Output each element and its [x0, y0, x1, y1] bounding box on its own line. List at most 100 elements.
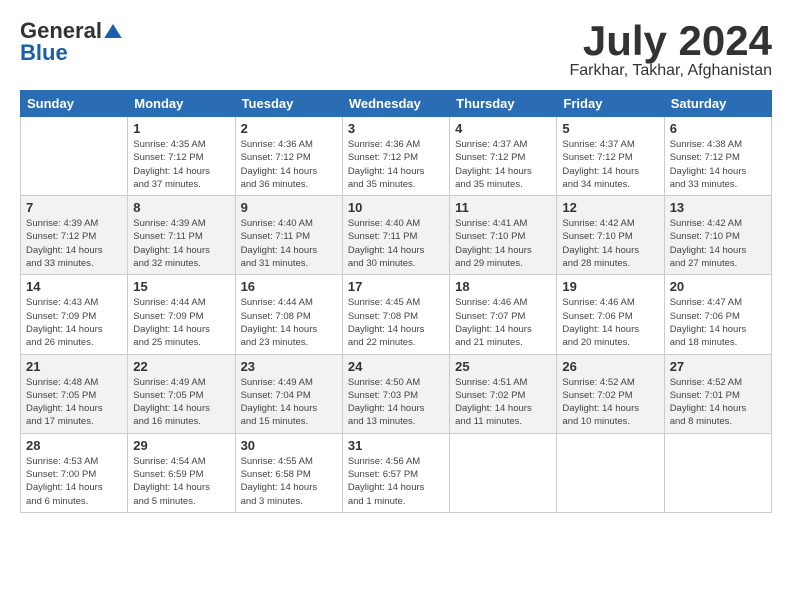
day-info: Sunrise: 4:46 AM Sunset: 7:06 PM Dayligh…	[562, 296, 658, 349]
day-info: Sunrise: 4:39 AM Sunset: 7:11 PM Dayligh…	[133, 217, 229, 270]
day-info: Sunrise: 4:50 AM Sunset: 7:03 PM Dayligh…	[348, 376, 444, 429]
calendar-cell: 19 Sunrise: 4:46 AM Sunset: 7:06 PM Dayli…	[557, 275, 664, 354]
day-info: Sunrise: 4:46 AM Sunset: 7:07 PM Dayligh…	[455, 296, 551, 349]
month-title: July 2024	[570, 20, 773, 62]
day-number: 31	[348, 438, 444, 453]
day-number: 30	[241, 438, 337, 453]
calendar-cell: 13Sunrise: 4:42 AM Sunset: 7:10 PM Dayli…	[664, 196, 771, 275]
calendar-cell: 30 Sunrise: 4:55 AM Sunset: 6:58 PM Dayli…	[235, 433, 342, 512]
title-block: July 2024 Farkhar, Takhar, Afghanistan	[570, 20, 773, 80]
calendar-cell: 4 Sunrise: 4:37 AM Sunset: 7:12 PM Daylig…	[450, 117, 557, 196]
day-number: 4	[455, 121, 551, 136]
logo-blue-text: Blue	[20, 42, 68, 64]
day-number: 5	[562, 121, 658, 136]
day-number: 29	[133, 438, 229, 453]
calendar-cell: 26Sunrise: 4:52 AM Sunset: 7:02 PM Dayli…	[557, 354, 664, 433]
calendar-cell: 14 Sunrise: 4:43 AM Sunset: 7:09 PM Dayli…	[21, 275, 128, 354]
day-number: 15	[133, 279, 229, 294]
logo-general-text: General	[20, 20, 102, 42]
weekday-header-monday: Monday	[128, 91, 235, 117]
day-info: Sunrise: 4:48 AM Sunset: 7:05 PM Dayligh…	[26, 376, 122, 429]
weekday-header-wednesday: Wednesday	[342, 91, 449, 117]
day-info: Sunrise: 4:51 AM Sunset: 7:02 PM Dayligh…	[455, 376, 551, 429]
day-number: 14	[26, 279, 122, 294]
calendar-cell: 28Sunrise: 4:53 AM Sunset: 7:00 PM Dayli…	[21, 433, 128, 512]
day-info: Sunrise: 4:47 AM Sunset: 7:06 PM Dayligh…	[670, 296, 766, 349]
day-number: 18	[455, 279, 551, 294]
calendar-cell	[557, 433, 664, 512]
calendar-header-row: SundayMondayTuesdayWednesdayThursdayFrid…	[21, 91, 772, 117]
calendar-cell: 9 Sunrise: 4:40 AM Sunset: 7:11 PM Daylig…	[235, 196, 342, 275]
day-number: 25	[455, 359, 551, 374]
day-number: 6	[670, 121, 766, 136]
calendar-cell: 1 Sunrise: 4:35 AM Sunset: 7:12 PM Daylig…	[128, 117, 235, 196]
day-info: Sunrise: 4:40 AM Sunset: 7:11 PM Dayligh…	[241, 217, 337, 270]
day-info: Sunrise: 4:49 AM Sunset: 7:04 PM Dayligh…	[241, 376, 337, 429]
weekday-header-friday: Friday	[557, 91, 664, 117]
calendar-cell: 11Sunrise: 4:41 AM Sunset: 7:10 PM Dayli…	[450, 196, 557, 275]
page-header: General Blue July 2024 Farkhar, Takhar, …	[20, 20, 772, 80]
location-subtitle: Farkhar, Takhar, Afghanistan	[570, 62, 773, 80]
calendar-cell: 29Sunrise: 4:54 AM Sunset: 6:59 PM Dayli…	[128, 433, 235, 512]
day-number: 22	[133, 359, 229, 374]
day-info: Sunrise: 4:35 AM Sunset: 7:12 PM Dayligh…	[133, 138, 229, 191]
day-number: 17	[348, 279, 444, 294]
calendar-cell	[21, 117, 128, 196]
calendar-cell: 25 Sunrise: 4:51 AM Sunset: 7:02 PM Dayli…	[450, 354, 557, 433]
day-number: 3	[348, 121, 444, 136]
calendar-cell	[450, 433, 557, 512]
day-info: Sunrise: 4:52 AM Sunset: 7:01 PM Dayligh…	[670, 376, 766, 429]
day-number: 27	[670, 359, 766, 374]
calendar-cell: 6 Sunrise: 4:38 AM Sunset: 7:12 PM Daylig…	[664, 117, 771, 196]
day-info: Sunrise: 4:53 AM Sunset: 7:00 PM Dayligh…	[26, 455, 122, 508]
calendar-cell: 10Sunrise: 4:40 AM Sunset: 7:11 PM Dayli…	[342, 196, 449, 275]
day-number: 24	[348, 359, 444, 374]
calendar-cell: 22Sunrise: 4:49 AM Sunset: 7:05 PM Dayli…	[128, 354, 235, 433]
day-number: 16	[241, 279, 337, 294]
day-info: Sunrise: 4:45 AM Sunset: 7:08 PM Dayligh…	[348, 296, 444, 349]
day-info: Sunrise: 4:36 AM Sunset: 7:12 PM Dayligh…	[241, 138, 337, 191]
calendar-cell: 20 Sunrise: 4:47 AM Sunset: 7:06 PM Dayli…	[664, 275, 771, 354]
weekday-header-tuesday: Tuesday	[235, 91, 342, 117]
calendar-cell: 16 Sunrise: 4:44 AM Sunset: 7:08 PM Dayli…	[235, 275, 342, 354]
day-info: Sunrise: 4:37 AM Sunset: 7:12 PM Dayligh…	[562, 138, 658, 191]
day-info: Sunrise: 4:44 AM Sunset: 7:08 PM Dayligh…	[241, 296, 337, 349]
logo: General Blue	[20, 20, 122, 64]
day-info: Sunrise: 4:43 AM Sunset: 7:09 PM Dayligh…	[26, 296, 122, 349]
day-number: 1	[133, 121, 229, 136]
weekday-header-sunday: Sunday	[21, 91, 128, 117]
day-info: Sunrise: 4:38 AM Sunset: 7:12 PM Dayligh…	[670, 138, 766, 191]
calendar-cell: 7Sunrise: 4:39 AM Sunset: 7:12 PM Daylig…	[21, 196, 128, 275]
calendar-cell: 23 Sunrise: 4:49 AM Sunset: 7:04 PM Dayli…	[235, 354, 342, 433]
weekday-header-saturday: Saturday	[664, 91, 771, 117]
calendar-cell: 31 Sunrise: 4:56 AM Sunset: 6:57 PM Dayli…	[342, 433, 449, 512]
calendar-week-row: 21 Sunrise: 4:48 AM Sunset: 7:05 PM Dayli…	[21, 354, 772, 433]
day-info: Sunrise: 4:56 AM Sunset: 6:57 PM Dayligh…	[348, 455, 444, 508]
day-info: Sunrise: 4:39 AM Sunset: 7:12 PM Dayligh…	[26, 217, 122, 270]
day-number: 20	[670, 279, 766, 294]
calendar-cell: 18 Sunrise: 4:46 AM Sunset: 7:07 PM Dayli…	[450, 275, 557, 354]
calendar-table: SundayMondayTuesdayWednesdayThursdayFrid…	[20, 90, 772, 513]
day-info: Sunrise: 4:36 AM Sunset: 7:12 PM Dayligh…	[348, 138, 444, 191]
calendar-cell: 12Sunrise: 4:42 AM Sunset: 7:10 PM Dayli…	[557, 196, 664, 275]
weekday-header-thursday: Thursday	[450, 91, 557, 117]
calendar-cell: 21 Sunrise: 4:48 AM Sunset: 7:05 PM Dayli…	[21, 354, 128, 433]
day-number: 9	[241, 200, 337, 215]
calendar-week-row: 28Sunrise: 4:53 AM Sunset: 7:00 PM Dayli…	[21, 433, 772, 512]
calendar-cell: 8 Sunrise: 4:39 AM Sunset: 7:11 PM Daylig…	[128, 196, 235, 275]
day-info: Sunrise: 4:44 AM Sunset: 7:09 PM Dayligh…	[133, 296, 229, 349]
day-info: Sunrise: 4:55 AM Sunset: 6:58 PM Dayligh…	[241, 455, 337, 508]
day-number: 8	[133, 200, 229, 215]
calendar-cell	[664, 433, 771, 512]
logo-icon	[104, 24, 122, 38]
calendar-week-row: 1 Sunrise: 4:35 AM Sunset: 7:12 PM Daylig…	[21, 117, 772, 196]
day-info: Sunrise: 4:41 AM Sunset: 7:10 PM Dayligh…	[455, 217, 551, 270]
calendar-cell: 24 Sunrise: 4:50 AM Sunset: 7:03 PM Dayli…	[342, 354, 449, 433]
day-number: 19	[562, 279, 658, 294]
day-number: 23	[241, 359, 337, 374]
calendar-cell: 3 Sunrise: 4:36 AM Sunset: 7:12 PM Daylig…	[342, 117, 449, 196]
calendar-week-row: 7Sunrise: 4:39 AM Sunset: 7:12 PM Daylig…	[21, 196, 772, 275]
day-info: Sunrise: 4:37 AM Sunset: 7:12 PM Dayligh…	[455, 138, 551, 191]
day-number: 21	[26, 359, 122, 374]
calendar-cell: 27 Sunrise: 4:52 AM Sunset: 7:01 PM Dayli…	[664, 354, 771, 433]
